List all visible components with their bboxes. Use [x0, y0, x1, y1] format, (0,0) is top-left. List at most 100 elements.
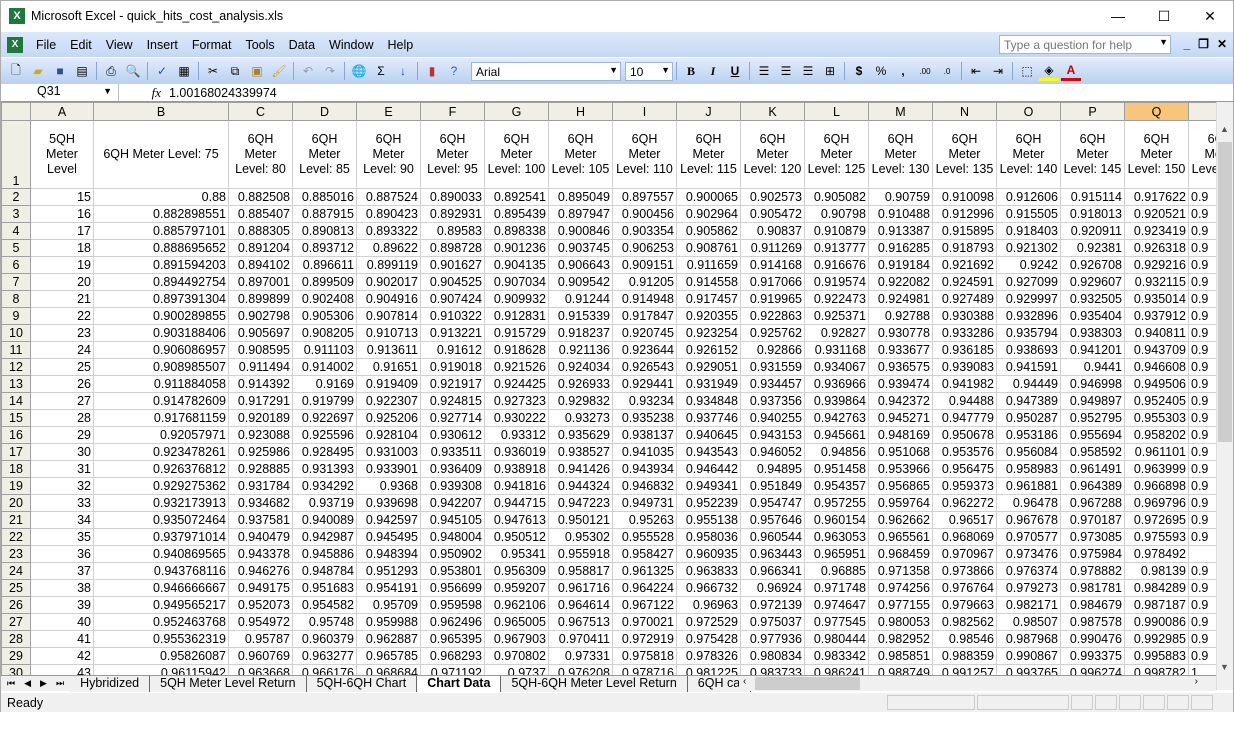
cell-C13[interactable]: 0.914392	[228, 375, 293, 393]
cell-I15[interactable]: 0.935238	[612, 409, 677, 427]
cell-E26[interactable]: 0.95709	[356, 596, 421, 614]
row-header[interactable]: 5	[1, 239, 31, 257]
header-cell[interactable]: 6QH Meter Level: 100	[484, 120, 549, 189]
cell-R8[interactable]: 0.9	[1188, 290, 1216, 308]
cell-M3[interactable]: 0.910488	[868, 205, 933, 223]
cell-C2[interactable]: 0.882508	[228, 188, 293, 206]
cell-H2[interactable]: 0.895049	[548, 188, 613, 206]
cell-D13[interactable]: 0.9169	[292, 375, 357, 393]
cell-I13[interactable]: 0.929441	[612, 375, 677, 393]
cell-N14[interactable]: 0.94488	[932, 392, 997, 410]
cell-O7[interactable]: 0.927099	[996, 273, 1061, 291]
cell-G3[interactable]: 0.895439	[484, 205, 549, 223]
cell-A5[interactable]: 18	[30, 239, 94, 257]
menu-help[interactable]: Help	[381, 38, 421, 52]
next-sheet-icon[interactable]: ▶	[40, 678, 47, 689]
cell-C29[interactable]: 0.960769	[228, 647, 293, 665]
sheet-tab[interactable]: 5QH-6QH Meter Level Return	[501, 675, 688, 692]
cell-J12[interactable]: 0.929051	[676, 358, 741, 376]
cell-C19[interactable]: 0.931784	[228, 477, 293, 495]
cell-B11[interactable]: 0.906086957	[93, 341, 229, 359]
cell-M7[interactable]: 0.922082	[868, 273, 933, 291]
cell-M30[interactable]: 0.988749	[868, 664, 933, 675]
comma-button[interactable]: ,	[893, 61, 913, 81]
cell-B15[interactable]: 0.917681159	[93, 409, 229, 427]
cell-B27[interactable]: 0.952463768	[93, 613, 229, 631]
prev-sheet-icon[interactable]: ◀	[24, 678, 31, 689]
row-header[interactable]: 20	[1, 494, 31, 512]
row-header[interactable]: 29	[1, 647, 31, 665]
cell-R7[interactable]: 0.9	[1188, 273, 1216, 291]
cell-P7[interactable]: 0.929607	[1060, 273, 1125, 291]
cell-M20[interactable]: 0.959764	[868, 494, 933, 512]
cell-N16[interactable]: 0.950678	[932, 426, 997, 444]
cell-J14[interactable]: 0.934848	[676, 392, 741, 410]
align-center-icon[interactable]: ☰	[776, 61, 796, 81]
cell-O6[interactable]: 0.9242	[996, 256, 1061, 274]
cell-P9[interactable]: 0.935404	[1060, 307, 1125, 325]
cell-O3[interactable]: 0.915505	[996, 205, 1061, 223]
cell-C26[interactable]: 0.952073	[228, 596, 293, 614]
cell-A28[interactable]: 41	[30, 630, 94, 648]
cell-Q15[interactable]: 0.955303	[1124, 409, 1189, 427]
cell-Q24[interactable]: 0.98139	[1124, 562, 1189, 580]
sheet-tab[interactable]: 5QH-6QH Chart	[306, 675, 418, 692]
cell-H24[interactable]: 0.958817	[548, 562, 613, 580]
cell-B10[interactable]: 0.903188406	[93, 324, 229, 342]
cell-R4[interactable]: 0.9	[1188, 222, 1216, 240]
cell-F17[interactable]: 0.933511	[420, 443, 485, 461]
cell-R14[interactable]: 0.9	[1188, 392, 1216, 410]
name-box[interactable]: Q31 ▼	[1, 84, 119, 101]
cell-M22[interactable]: 0.965561	[868, 528, 933, 546]
cell-M2[interactable]: 0.90759	[868, 188, 933, 206]
cell-J6[interactable]: 0.911659	[676, 256, 741, 274]
column-header-Q[interactable]: Q	[1124, 102, 1189, 121]
cell-M26[interactable]: 0.977155	[868, 596, 933, 614]
cell-L4[interactable]: 0.910879	[804, 222, 869, 240]
cell-H18[interactable]: 0.941426	[548, 460, 613, 478]
cell-R6[interactable]: 0.9	[1188, 256, 1216, 274]
cell-M14[interactable]: 0.942372	[868, 392, 933, 410]
cell-O8[interactable]: 0.929997	[996, 290, 1061, 308]
row-header[interactable]: 11	[1, 341, 31, 359]
cell-C17[interactable]: 0.925986	[228, 443, 293, 461]
cell-K12[interactable]: 0.931559	[740, 358, 805, 376]
cell-L22[interactable]: 0.963053	[804, 528, 869, 546]
row-header[interactable]: 24	[1, 562, 31, 580]
cell-N26[interactable]: 0.979663	[932, 596, 997, 614]
cell-H17[interactable]: 0.938527	[548, 443, 613, 461]
cell-L24[interactable]: 0.96885	[804, 562, 869, 580]
cell-E7[interactable]: 0.902017	[356, 273, 421, 291]
cell-B17[interactable]: 0.923478261	[93, 443, 229, 461]
cell-O23[interactable]: 0.973476	[996, 545, 1061, 563]
cell-K13[interactable]: 0.934457	[740, 375, 805, 393]
cell-N3[interactable]: 0.912996	[932, 205, 997, 223]
cell-H5[interactable]: 0.903745	[548, 239, 613, 257]
cell-K26[interactable]: 0.972139	[740, 596, 805, 614]
fill-color-icon[interactable]: ◈	[1039, 61, 1059, 81]
row-header[interactable]: 12	[1, 358, 31, 376]
workbook-icon[interactable]: X	[7, 36, 23, 53]
cell-I29[interactable]: 0.975818	[612, 647, 677, 665]
cell-R21[interactable]: 0.9	[1188, 511, 1216, 529]
cell-A8[interactable]: 21	[30, 290, 94, 308]
column-header-A[interactable]: A	[30, 102, 94, 121]
header-cell[interactable]: 6QH Meter Level: 95	[420, 120, 485, 189]
cell-H21[interactable]: 0.950121	[548, 511, 613, 529]
cell-G6[interactable]: 0.904135	[484, 256, 549, 274]
row-header[interactable]: 14	[1, 392, 31, 410]
menu-edit[interactable]: Edit	[63, 38, 99, 52]
cell-A15[interactable]: 28	[30, 409, 94, 427]
cell-O5[interactable]: 0.921302	[996, 239, 1061, 257]
cell-N4[interactable]: 0.915895	[932, 222, 997, 240]
cell-K6[interactable]: 0.914168	[740, 256, 805, 274]
cell-P26[interactable]: 0.984679	[1060, 596, 1125, 614]
cell-L23[interactable]: 0.965951	[804, 545, 869, 563]
chevron-down-icon[interactable]: ▼	[609, 65, 618, 75]
cell-J20[interactable]: 0.952239	[676, 494, 741, 512]
cell-A18[interactable]: 31	[30, 460, 94, 478]
cell-F21[interactable]: 0.945105	[420, 511, 485, 529]
column-header-E[interactable]: E	[356, 102, 421, 121]
cell-Q20[interactable]: 0.969796	[1124, 494, 1189, 512]
cell-P24[interactable]: 0.978882	[1060, 562, 1125, 580]
